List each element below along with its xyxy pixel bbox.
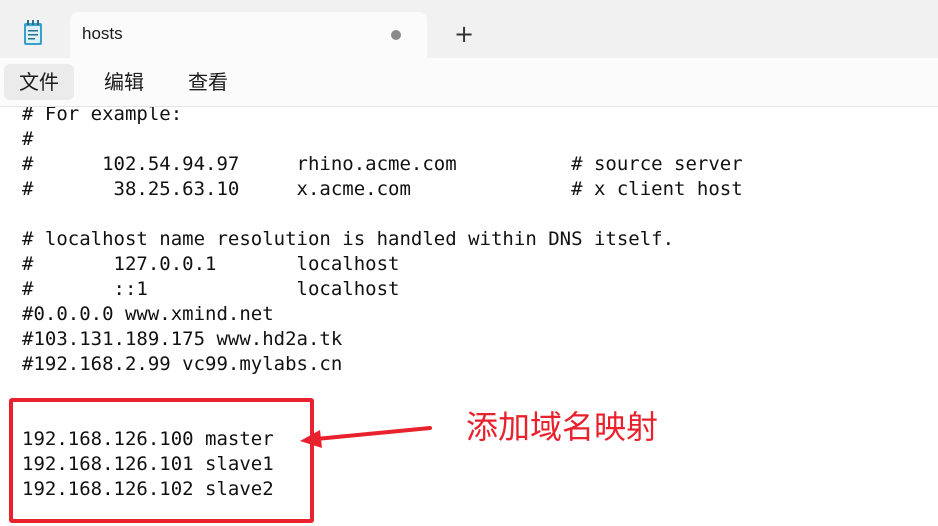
arrow-left-icon xyxy=(300,426,432,448)
menu-bar: 文件 编辑 查看 xyxy=(0,58,938,107)
editor-line: # For example: xyxy=(22,107,183,125)
new-tab-button[interactable]: + xyxy=(446,16,482,52)
tab-hosts[interactable]: hosts xyxy=(70,12,427,58)
tab-title: hosts xyxy=(82,24,123,43)
unsaved-dot-icon[interactable] xyxy=(391,30,401,40)
editor-line: # 127.0.0.1 localhost xyxy=(22,253,400,275)
editor-line: #103.131.189.175 www.hd2a.tk xyxy=(22,328,343,350)
highlight-box xyxy=(9,398,314,523)
notepad-icon xyxy=(24,20,42,45)
annotation-label: 添加域名映射 xyxy=(466,408,659,446)
title-bar: hosts + xyxy=(0,0,938,58)
editor-line: # 102.54.94.97 rhino.acme.com # source s… xyxy=(22,153,743,175)
menu-view[interactable]: 查看 xyxy=(173,64,243,100)
editor-line: #192.168.2.99 vc99.mylabs.cn xyxy=(22,353,343,375)
menu-edit[interactable]: 编辑 xyxy=(89,64,159,100)
editor-line: #0.0.0.0 www.xmind.net xyxy=(22,303,274,325)
editor-line: # ::1 localhost xyxy=(22,278,400,300)
editor-line: # 38.25.63.10 x.acme.com # x client host xyxy=(22,178,743,200)
editor-line: # localhost name resolution is handled w… xyxy=(22,228,675,250)
editor-line: # xyxy=(22,128,34,150)
menu-file[interactable]: 文件 xyxy=(4,64,74,100)
